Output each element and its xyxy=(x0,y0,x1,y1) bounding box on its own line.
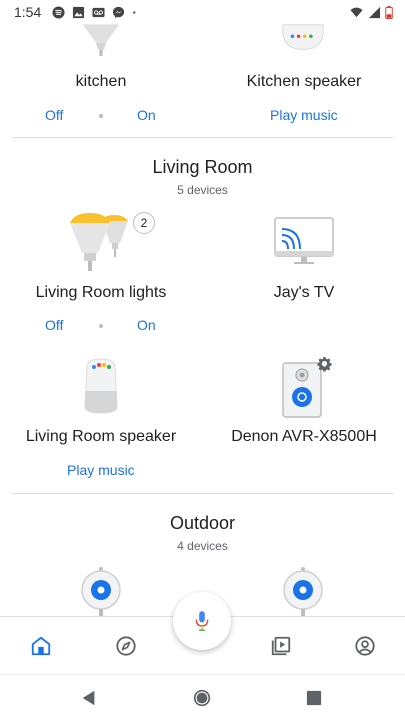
voicemail-icon xyxy=(92,7,105,17)
google-home-speaker-icon xyxy=(84,358,118,414)
mic-button[interactable] xyxy=(173,592,231,650)
home-circle-icon[interactable] xyxy=(192,688,212,708)
kitchen-speaker-name: Kitchen speaker xyxy=(246,73,362,90)
jays-tv-tile[interactable]: Jay's TV xyxy=(203,209,405,319)
account-icon xyxy=(355,636,375,656)
jays-tv-name: Jay's TV xyxy=(273,284,335,301)
divider xyxy=(12,137,393,138)
spotify-icon xyxy=(52,5,65,19)
dot-icon xyxy=(133,10,136,14)
lights-separator-dot xyxy=(99,324,103,328)
wifi-icon xyxy=(350,7,363,17)
device-list[interactable]: kitchen Off On Kitchen speaker Play musi… xyxy=(0,24,405,616)
battery-low-icon xyxy=(385,5,393,19)
explore-icon xyxy=(116,636,136,656)
photos-icon xyxy=(73,6,85,18)
recents-icon[interactable] xyxy=(306,690,322,706)
mic-icon xyxy=(195,611,209,631)
signal-icon xyxy=(368,6,381,18)
living-room-speaker-play-music-button[interactable]: Play music xyxy=(67,462,135,478)
outdoor-camera-icon[interactable] xyxy=(281,566,325,616)
living-room-lights-name: Living Room lights xyxy=(35,284,167,301)
outdoor-title: Outdoor xyxy=(169,513,236,533)
living-room-lights-on-button[interactable]: On xyxy=(137,317,156,333)
media-icon xyxy=(271,636,291,656)
divider xyxy=(12,493,393,494)
living-room-lights-tile[interactable]: 2 Living Room lights xyxy=(0,209,202,339)
status-bar: 1:54 xyxy=(0,0,405,24)
kitchen-separator-dot xyxy=(99,114,103,118)
lights-count-badge: 2 xyxy=(133,212,155,234)
kitchen-speaker-icon xyxy=(282,24,324,50)
status-time: 1:54 xyxy=(14,4,42,20)
back-icon[interactable] xyxy=(80,689,98,707)
living-room-lights-off-button[interactable]: Off xyxy=(45,317,63,333)
kitchen-off-button[interactable]: Off xyxy=(45,107,63,123)
living-room-device-count: 5 devices xyxy=(177,183,228,197)
home-icon xyxy=(31,636,51,656)
nav-account-button[interactable] xyxy=(352,633,378,659)
outdoor-camera-icon[interactable] xyxy=(79,566,123,616)
gear-icon xyxy=(317,357,332,372)
kitchen-name: kitchen xyxy=(75,73,127,90)
living-room-speaker-name: Living Room speaker xyxy=(25,428,177,445)
living-room-lights-icon xyxy=(70,213,128,271)
nav-media-button[interactable] xyxy=(268,633,294,659)
nav-explore-button[interactable] xyxy=(113,633,139,659)
kitchen-bulb-icon xyxy=(82,24,120,56)
kitchen-speaker-play-music-button[interactable]: Play music xyxy=(270,107,338,123)
messenger-icon xyxy=(113,6,125,18)
denon-avr-name: Denon AVR-X8500H xyxy=(231,428,377,445)
living-room-title: Living Room xyxy=(152,157,253,177)
kitchen-on-button[interactable]: On xyxy=(137,107,156,123)
outdoor-device-count: 4 devices xyxy=(177,539,228,553)
denon-avr-tile[interactable]: Denon AVR-X8500H xyxy=(203,354,405,464)
nav-home-button[interactable] xyxy=(28,633,54,659)
tv-icon xyxy=(274,217,334,264)
system-nav-bar xyxy=(0,674,405,720)
